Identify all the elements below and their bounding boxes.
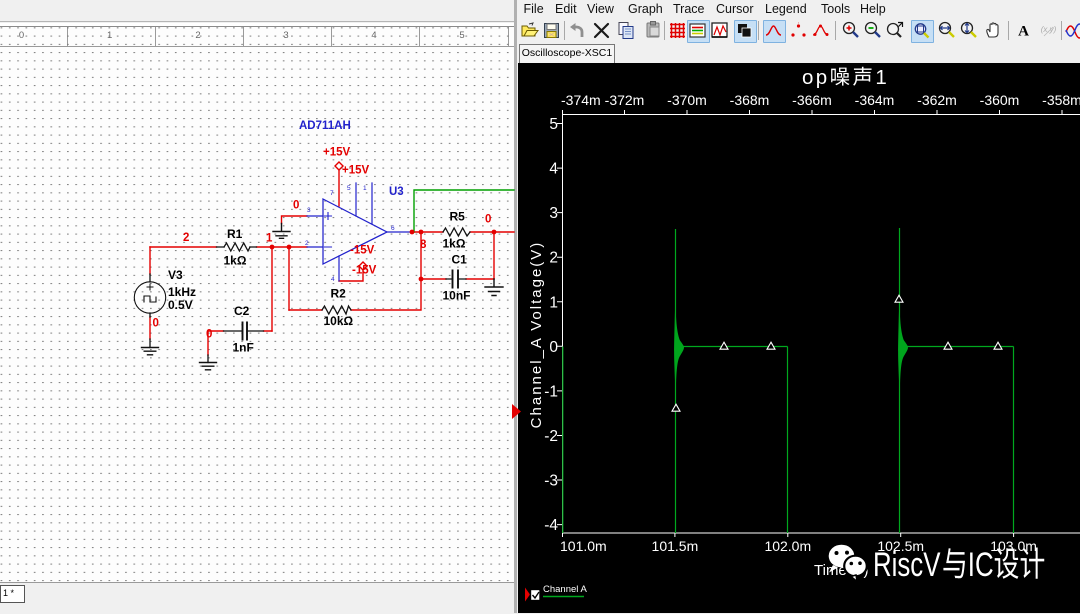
svg-text:(x,y): (x,y) (1041, 25, 1057, 34)
svg-text:A: A (1018, 24, 1029, 40)
